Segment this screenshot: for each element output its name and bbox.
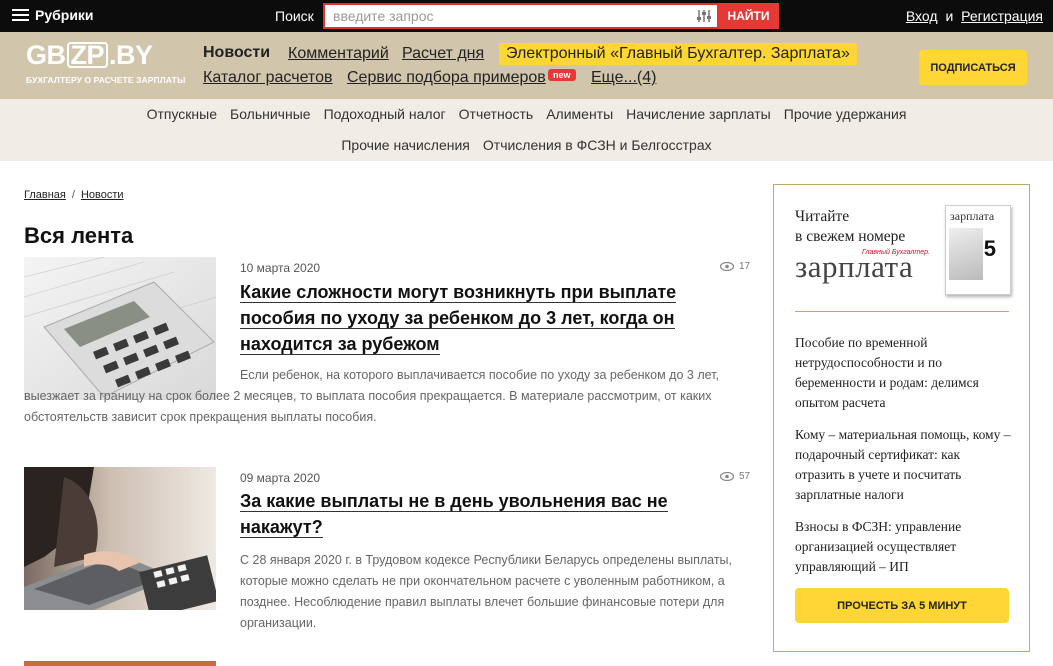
article-title[interactable]: За какие выплаты не в день увольнения ва… — [240, 488, 720, 540]
register-link[interactable]: Регистрация — [961, 8, 1043, 24]
hamburger-icon — [12, 9, 29, 21]
laptop-hands-illustration — [24, 467, 216, 610]
nav-catalog[interactable]: Каталог расчетов — [203, 69, 332, 87]
nav-examples-service[interactable]: Сервис подбора примеров — [347, 69, 546, 87]
nav-promo-electronic[interactable]: Электронный «Главный Бухгалтер. Зарплата… — [499, 43, 857, 65]
nav-calc-day[interactable]: Расчет дня — [402, 45, 484, 63]
article-title[interactable]: Какие сложности могут возникнуть при вып… — [240, 279, 720, 357]
article-excerpt: Если ребенок, на которого выплачивается … — [24, 368, 719, 424]
rubrics-bar: Отпускные Больничные Подоходный налог От… — [0, 99, 1053, 161]
article-views: 17 — [720, 261, 750, 272]
article-excerpt: С 28 января 2020 г. в Трудовом кодексе Р… — [240, 553, 733, 630]
nav-news[interactable]: Новости — [203, 44, 270, 62]
rubric-vacation[interactable]: Отпускные — [147, 106, 217, 122]
rubric-sick-leave[interactable]: Больничные — [230, 106, 311, 122]
rubric-other-deductions[interactable]: Прочие удержания — [784, 106, 907, 122]
breadcrumb-news[interactable]: Новости — [81, 189, 124, 201]
subscribe-button[interactable]: ПОДПИСАТЬСЯ — [919, 50, 1027, 85]
search-input[interactable] — [325, 5, 680, 27]
filter-sliders-icon[interactable] — [696, 8, 712, 24]
rubrics-row-1: Отпускные Больничные Подоходный налог От… — [0, 106, 1053, 122]
nav-comments[interactable]: Комментарий — [288, 45, 389, 63]
rubric-reporting[interactable]: Отчетность — [459, 106, 534, 122]
magazine-sidebar: Читайте в свежем номере Главный Бухгалте… — [773, 184, 1030, 652]
logo-wordmark: GB ZP .BY — [26, 40, 153, 70]
rubrics-menu-button[interactable]: Рубрики — [12, 7, 94, 23]
breadcrumb-home[interactable]: Главная — [24, 189, 66, 201]
rubric-other-accruals[interactable]: Прочие начисления — [341, 137, 470, 153]
sidebar-divider — [795, 311, 1009, 312]
search-button[interactable]: НАЙТИ — [718, 3, 779, 29]
article-image-next[interactable] — [24, 661, 216, 666]
login-link[interactable]: Вход — [906, 8, 938, 24]
rubrics-row-2: Прочие начисления Отчисления в ФСЗН и Бе… — [0, 137, 1053, 153]
logo-tagline: БУХГАЛТЕРУ О РАСЧЕТЕ ЗАРПЛАТЫ — [26, 75, 186, 85]
search-box — [323, 3, 719, 29]
read-in-5-minutes-button[interactable]: ПРОЧЕСТЬ ЗА 5 МИНУТ — [795, 588, 1009, 623]
cover-title: зарплата — [950, 209, 995, 223]
new-badge: new — [548, 69, 576, 81]
article-date: 09 марта 2020 — [240, 471, 321, 485]
article-views: 57 — [720, 471, 750, 482]
top-bar: Рубрики Поиск НАЙТИ Вход и Регистрация — [0, 0, 1053, 32]
nav-more[interactable]: Еще...(4) — [591, 69, 656, 87]
page-title: Вся лента — [24, 223, 134, 248]
article-image-laptop[interactable] — [24, 467, 216, 610]
auth-and: и — [945, 8, 954, 24]
breadcrumb-separator: / — [71, 189, 75, 201]
eye-icon — [720, 472, 734, 481]
site-header: GB ZP .BY БУХГАЛТЕРУ О РАСЧЕТЕ ЗАРПЛАТЫ Но… — [0, 32, 1053, 99]
cover-issue-number: 5 — [983, 236, 996, 261]
article-views-count: 17 — [739, 261, 751, 272]
rubric-income-tax[interactable]: Подоходный налог — [324, 106, 446, 122]
eye-icon — [720, 262, 734, 271]
sidebar-heading: Читайте в свежем номере — [795, 208, 906, 245]
site-logo[interactable]: GB ZP .BY БУХГАЛТЕРУ О РАСЧЕТЕ ЗАРПЛАТЫ — [26, 40, 186, 92]
article-date: 10 марта 2020 — [240, 261, 321, 275]
sidebar-article-link[interactable]: Взносы в ФСЗН: управление организацией о… — [795, 517, 1013, 577]
article-views-count: 57 — [739, 471, 751, 482]
search-label: Поиск — [275, 8, 314, 24]
rubric-alimony[interactable]: Алименты — [546, 106, 613, 122]
magazine-cover[interactable]: зарплата 5 — [945, 205, 1011, 295]
rubric-fszn[interactable]: Отчисления в ФСЗН и Белгосстрах — [483, 137, 712, 153]
auth-links: Вход и Регистрация — [906, 8, 1043, 24]
sidebar-article-link[interactable]: Кому – материальная помощь, кому – подар… — [795, 425, 1013, 505]
cover-artwork — [949, 228, 983, 280]
rubric-salary[interactable]: Начисление зарплаты — [626, 106, 771, 122]
sidebar-article-link[interactable]: Пособие по временной нетрудоспособности … — [795, 333, 1013, 413]
sidebar-brand: зарплата — [795, 249, 914, 284]
rubrics-menu-label: Рубрики — [35, 7, 94, 23]
breadcrumb: Главная / Новости — [24, 189, 124, 201]
